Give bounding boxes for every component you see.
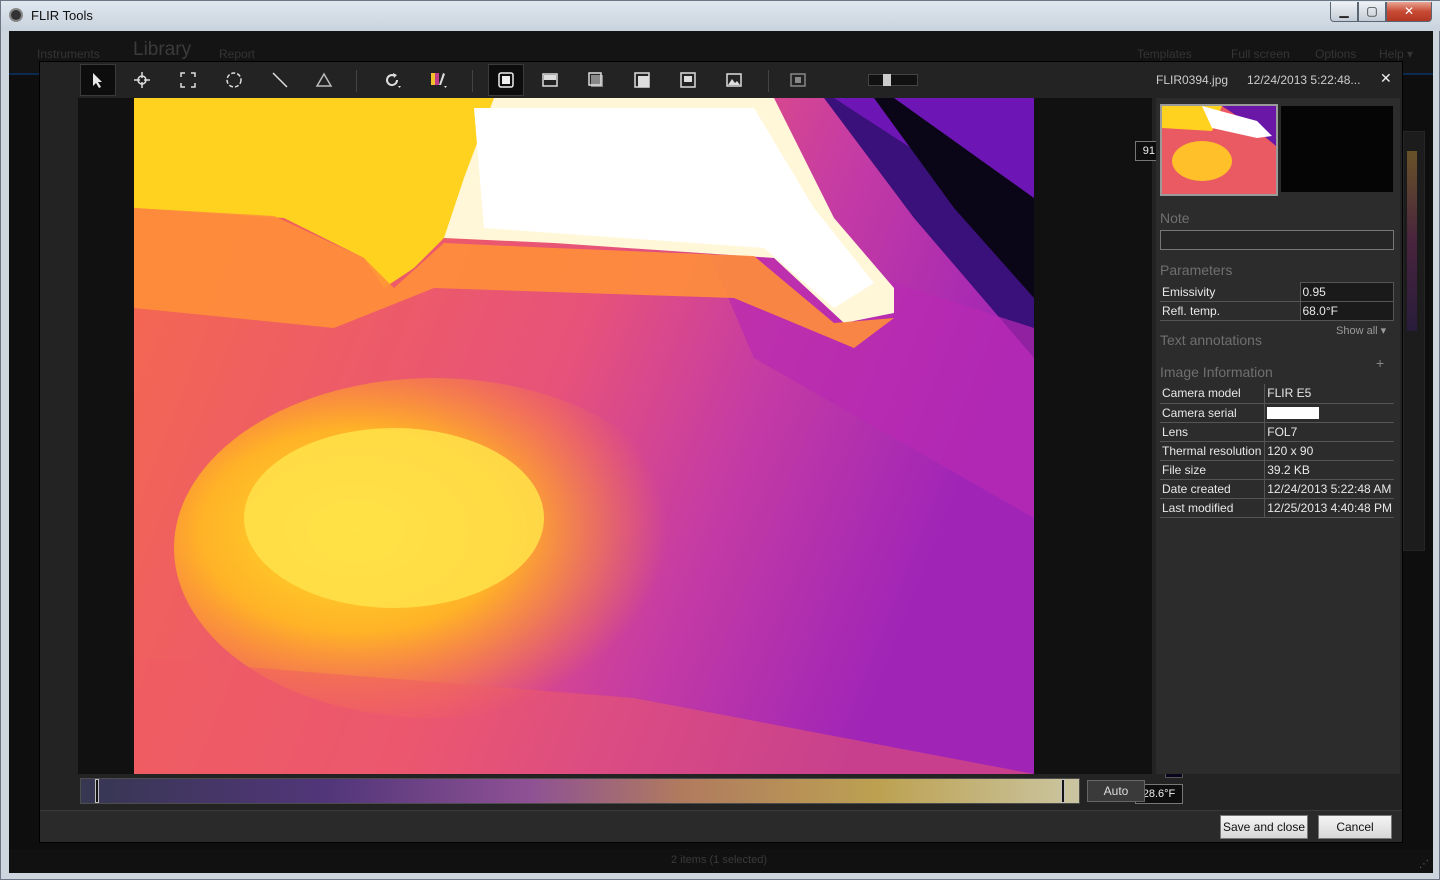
histogram-min-handle[interactable] (95, 779, 99, 803)
parameters-label: Parameters (1160, 262, 1233, 278)
text-annotations-label: Text annotations (1160, 332, 1262, 348)
tab-instruments[interactable]: Instruments (37, 47, 100, 61)
file-name: FLIR0394.jpg (1156, 73, 1229, 87)
thermal-fusion-icon[interactable] (670, 64, 706, 96)
app-window: FLIR Tools ▁ ▢ ✕ Instruments Library Rep… (0, 0, 1440, 880)
table-row: File size 39.2 KB (1160, 460, 1394, 480)
note-input[interactable] (1160, 230, 1394, 250)
select-arrow-icon[interactable] (80, 64, 116, 96)
status-bar: 2 items (1 selected) (9, 849, 1433, 873)
status-text: 2 items (1 selected) (671, 854, 767, 866)
save-and-close-button[interactable]: Save and close (1220, 815, 1308, 839)
app-icon (9, 8, 23, 22)
tab-library[interactable]: Library (133, 39, 191, 61)
palette-icon[interactable] (420, 64, 456, 96)
thermal-image[interactable] (134, 98, 1034, 774)
info-key: Thermal resolution (1160, 441, 1266, 461)
table-row: Refl. temp. 68.0°F (1160, 301, 1394, 321)
digital-mode-icon[interactable] (532, 64, 568, 96)
rotate-icon[interactable] (374, 64, 410, 96)
info-key: Date created (1160, 479, 1266, 499)
visual-thumbnail[interactable] (1281, 106, 1393, 192)
photo-icon[interactable] (716, 64, 752, 96)
parameter-key: Emissivity (1160, 282, 1301, 302)
box-area-icon[interactable] (170, 64, 206, 96)
image-canvas: 91.8°F 28.6°F (78, 98, 1183, 804)
cancel-button[interactable]: Cancel (1318, 815, 1392, 839)
table-row: Date created 12/24/2013 5:22:48 AM (1160, 479, 1394, 499)
image-editor-dialog: FLIR0394.jpg 12/24/2013 5:22:48... ✕ 28.… (39, 61, 1403, 843)
info-value: FOL7 (1264, 422, 1394, 442)
add-annotation-icon[interactable]: + (1376, 355, 1384, 371)
parameters-table: Emissivity 0.95 Refl. temp. 68.0°F (1160, 282, 1394, 321)
table-row: Last modified 12/25/2013 4:40:48 PM (1160, 498, 1394, 518)
zoom-slider[interactable] (868, 74, 918, 86)
thermal-mode-icon[interactable] (488, 64, 524, 96)
side-panel: Note Parameters Emissivity 0.95 Refl. te… (1156, 98, 1400, 774)
tab-report[interactable]: Report (219, 47, 255, 61)
file-date: 12/24/2013 5:22:48... (1247, 73, 1361, 87)
info-key: Last modified (1160, 498, 1266, 518)
tab-help[interactable]: Help ▾ (1379, 47, 1413, 61)
tab-templates[interactable]: Templates (1137, 47, 1192, 61)
parameter-key: Refl. temp. (1160, 301, 1301, 321)
info-key: File size (1160, 460, 1266, 480)
table-row: Camera serial (1160, 403, 1394, 423)
spot-meter-icon[interactable] (124, 64, 160, 96)
info-value: 12/25/2013 4:40:48 PM (1264, 498, 1394, 518)
toolbar-separator (356, 70, 357, 92)
table-row: Thermal resolution 120 x 90 (1160, 441, 1394, 461)
maximize-button[interactable]: ▢ (1358, 2, 1386, 22)
image-information-label: Image Information (1160, 364, 1273, 380)
title-bar[interactable]: FLIR Tools ▁ ▢ ✕ (1, 1, 1440, 31)
table-row: Emissivity 0.95 (1160, 282, 1394, 302)
minimize-button[interactable]: ▁ (1330, 2, 1358, 22)
picture-in-picture-icon[interactable] (624, 64, 660, 96)
info-key: Lens (1160, 422, 1266, 442)
line-icon[interactable] (262, 64, 298, 96)
toolbar-separator (768, 70, 769, 92)
fit-icon[interactable] (780, 64, 816, 96)
auto-button[interactable]: Auto (1087, 780, 1145, 802)
histogram-range-slider[interactable] (80, 778, 1080, 804)
msx-mode-icon[interactable] (578, 64, 614, 96)
window-close-button[interactable]: ✕ (1386, 2, 1432, 22)
circle-area-icon[interactable] (216, 64, 252, 96)
window-title: FLIR Tools (31, 8, 93, 23)
toolbar-separator (472, 70, 473, 92)
background-scale (1407, 151, 1417, 331)
info-key: Camera serial (1160, 403, 1266, 423)
zoom-slider-thumb[interactable] (883, 74, 891, 86)
show-all-link[interactable]: Show all ▾ (1336, 324, 1386, 337)
info-value: 12/24/2013 5:22:48 AM (1264, 479, 1394, 499)
image-info-table: Camera model FLIR E5 Camera serial Lens … (1160, 384, 1394, 518)
info-value: 39.2 KB (1264, 460, 1394, 480)
tab-full-screen[interactable]: Full screen (1231, 47, 1290, 61)
dialog-footer: Save and close Cancel (40, 810, 1402, 842)
resize-grip-icon[interactable]: ⋰ (1419, 859, 1431, 871)
refl-temp-field[interactable]: 68.0°F (1299, 301, 1394, 321)
camera-serial-redacted (1267, 407, 1320, 420)
info-value: 120 x 90 (1264, 441, 1394, 461)
table-row: Lens FOL7 (1160, 422, 1394, 442)
emissivity-field[interactable]: 0.95 (1299, 282, 1394, 302)
triangle-icon[interactable] (306, 64, 342, 96)
tab-options[interactable]: Options (1315, 47, 1356, 61)
info-key: Camera model (1160, 384, 1266, 404)
dialog-close-icon[interactable]: ✕ (1380, 70, 1392, 87)
histogram-max-handle[interactable] (1061, 779, 1065, 803)
info-value: FLIR E5 (1264, 384, 1394, 404)
info-value (1264, 403, 1394, 423)
thermal-thumbnail[interactable] (1160, 104, 1278, 196)
table-row: Camera model FLIR E5 (1160, 384, 1394, 404)
note-label: Note (1160, 210, 1190, 226)
